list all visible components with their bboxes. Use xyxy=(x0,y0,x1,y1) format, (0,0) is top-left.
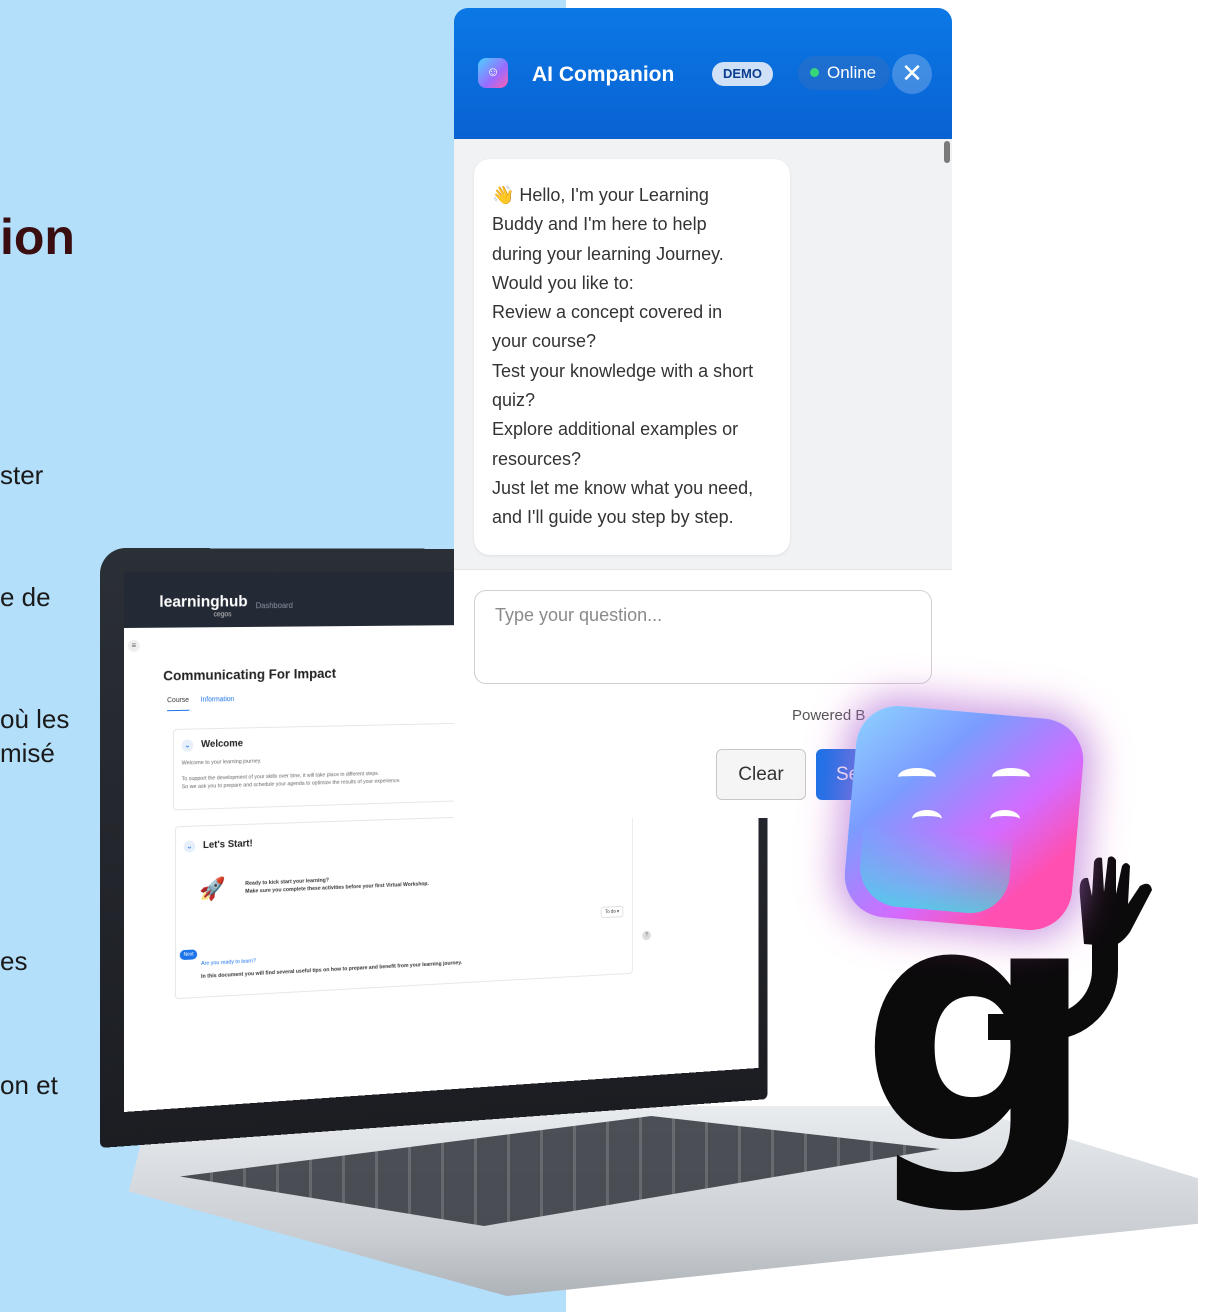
course-title: Communicating For Impact xyxy=(163,665,337,684)
slide-text-fragment: on et xyxy=(0,1070,58,1100)
slide-text-fragment: es xyxy=(0,946,28,976)
bot-message-line: and I'll guide you step by step. xyxy=(492,507,734,528)
bot-message-line: Just let me know what you need, xyxy=(492,477,754,498)
learninghub-logo-sub: cegos xyxy=(213,611,232,619)
chat-messages-area[interactable]: 👋 Hello, I'm your Learning Buddy and I'm… xyxy=(454,139,952,569)
close-button[interactable]: ✕ xyxy=(892,54,932,94)
chat-scrollbar[interactable] xyxy=(944,141,950,163)
bot-message-line: quiz? xyxy=(492,390,536,411)
chevron-down-icon[interactable]: ⌄ xyxy=(181,739,194,752)
welcome-intro: Welcome to your learning journey. xyxy=(181,758,262,767)
bot-message-line: Buddy and I'm here to help xyxy=(492,214,707,235)
bot-message-line: during your learning Journey. xyxy=(492,243,724,264)
help-icon[interactable]: ? xyxy=(642,930,651,941)
nav-dashboard-link[interactable]: Dashboard xyxy=(256,601,293,610)
welcome-title: Welcome xyxy=(201,738,244,751)
tab-course[interactable]: Course xyxy=(167,696,190,712)
next-badge: Next xyxy=(179,949,198,961)
status-badge: Online xyxy=(798,56,891,90)
activity-link[interactable]: Are you ready to learn? xyxy=(201,958,256,967)
chat-title: AI Companion xyxy=(532,63,675,86)
lets-start-card: ⌄ Let's Start! 🚀 Ready to kick start you… xyxy=(174,810,651,1000)
robot-face-icon: ☺ xyxy=(478,58,508,88)
bot-message-line: resources? xyxy=(492,448,582,469)
bot-message-line: Would you like to: xyxy=(492,272,634,293)
mascot-eye-icon xyxy=(898,768,936,786)
chat-header: ☺ AI Companion DEMO Online ✕ xyxy=(454,8,952,139)
todo-dropdown[interactable]: To do ▾ xyxy=(600,905,624,919)
rocket-icon: 🚀 xyxy=(199,875,226,902)
slide-text-fragment: misé xyxy=(0,738,55,768)
mascot-eye-icon xyxy=(992,768,1030,786)
lets-start-title: Let's Start! xyxy=(202,838,253,852)
learninghub-logo[interactable]: learninghub xyxy=(159,593,247,611)
demo-badge: DEMO xyxy=(712,62,773,86)
bot-message-line: your course? xyxy=(492,331,597,352)
course-tabs: Course Information xyxy=(167,696,244,712)
menu-icon[interactable]: ≡ xyxy=(127,639,140,652)
bot-message-line: Review a concept covered in xyxy=(492,302,723,323)
bot-message-bubble: 👋 Hello, I'm your Learning Buddy and I'm… xyxy=(474,159,790,555)
tab-information[interactable]: Information xyxy=(201,696,235,704)
slide-title-fragment: ion xyxy=(0,209,75,265)
mascot-eye-icon xyxy=(912,810,942,828)
mascot-eye-icon xyxy=(990,810,1020,828)
bot-message-line: 👋 Hello, I'm your Learning xyxy=(492,185,709,205)
welcome-card: ⌄ Welcome Welcome to your learning journ… xyxy=(172,722,473,811)
bot-message-line: Explore additional examples or xyxy=(492,419,739,440)
chevron-down-icon[interactable]: ⌄ xyxy=(183,840,196,853)
slide-text-fragment: ster xyxy=(0,460,44,490)
mascot-waving-hand-icon xyxy=(1079,856,1152,946)
clear-button[interactable]: Clear xyxy=(716,749,806,800)
question-input[interactable] xyxy=(474,590,932,684)
slide-text-fragment: où les xyxy=(0,704,70,734)
powered-by-label: Powered B xyxy=(792,707,866,724)
online-dot-icon xyxy=(810,68,819,77)
ai-companion-chat-widget: ☺ AI Companion DEMO Online ✕ 👋 Hello, I'… xyxy=(454,8,952,818)
bot-message-line: Test your knowledge with a short xyxy=(492,360,754,381)
slide-text-fragment: e de xyxy=(0,582,51,612)
status-label: Online xyxy=(827,63,877,82)
